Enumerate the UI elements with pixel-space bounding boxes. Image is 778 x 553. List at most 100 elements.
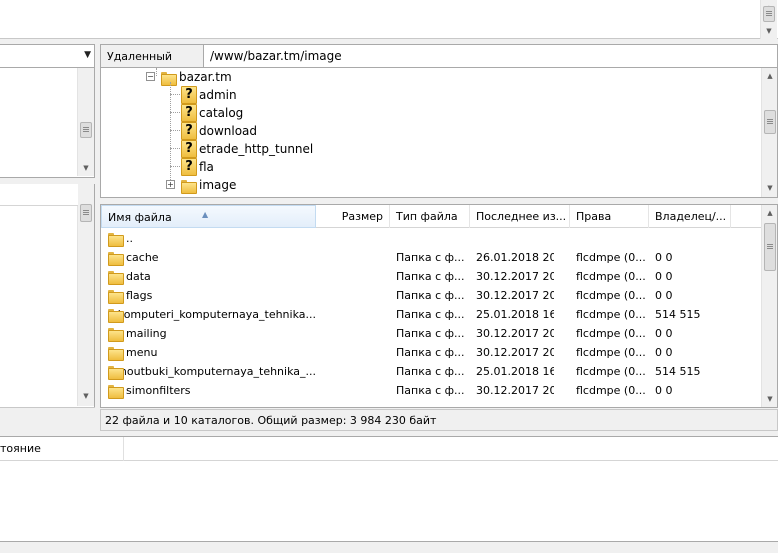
cell-type: Папка с ф...: [396, 289, 465, 302]
file-name-cell: menu: [101, 343, 316, 362]
cell-type: Папка с ф...: [396, 251, 465, 264]
cell-perms: flcdmpe (0...: [576, 251, 646, 264]
cell-perms: flcdmpe (0...: [576, 270, 646, 283]
file-name-cell: cache: [101, 248, 316, 267]
cell-perms: flcdmpe (0...: [576, 289, 646, 302]
table-row[interactable]: data Папка с ф... 30.12.2017 20:1... flcdmp…: [101, 267, 761, 286]
file-name: data: [126, 270, 151, 283]
cell-modified: 30.12.2017 20:1...: [476, 289, 554, 302]
file-name: ..: [126, 232, 133, 245]
table-row[interactable]: simonfilters Папка с ф... 30.12.2017 20:1.…: [101, 381, 761, 400]
local-status-bar: [0, 407, 95, 430]
cell-type: Папка с ф...: [396, 365, 465, 378]
scroll-down-arrow-icon[interactable]: ▼: [78, 160, 94, 176]
unknown-folder-icon: [181, 86, 197, 104]
cell-perms: [576, 229, 654, 248]
file-name: flags: [126, 289, 153, 302]
tree-node-image[interactable]: image: [181, 176, 236, 194]
column-header-modified[interactable]: Последнее из...: [470, 205, 570, 228]
file-name: noutbuki_komputernaya_tehnika_...: [119, 365, 316, 378]
queue-column-status[interactable]: тояние: [0, 437, 124, 461]
folder-icon: [161, 71, 177, 86]
column-header-filename[interactable]: ▲ Имя файла: [101, 205, 316, 228]
remote-status-bar: 22 файла и 10 каталогов. Общий размер: 3…: [100, 409, 778, 431]
cell-type: Папка с ф...: [396, 270, 465, 283]
scroll-down-arrow-icon[interactable]: ▼: [761, 23, 777, 39]
table-row[interactable]: cache Папка с ф... 26.01.2018 20:4... flcdm…: [101, 248, 761, 267]
scroll-thumb[interactable]: [80, 122, 92, 138]
scroll-down-arrow-icon[interactable]: ▼: [78, 388, 94, 404]
scroll-thumb[interactable]: [764, 110, 776, 134]
local-list-scrollbar[interactable]: ▼: [77, 184, 94, 406]
column-header-owner[interactable]: Владелец/...: [649, 205, 731, 228]
folder-icon: [108, 327, 124, 342]
cell-owner: 0 0: [655, 251, 673, 264]
table-row[interactable]: komputeri_komputernaya_tehnika... Папка с…: [101, 305, 761, 324]
table-row[interactable]: ..: [101, 229, 761, 248]
scroll-thumb[interactable]: [763, 6, 775, 22]
cell-perms: flcdmpe (0...: [576, 327, 646, 340]
cell-modified: 25.01.2018 16:5...: [476, 365, 554, 378]
bottom-tab-bar: [0, 542, 778, 553]
log-scrollbar[interactable]: ▲ ▼: [760, 0, 777, 39]
expand-icon[interactable]: +: [166, 180, 175, 189]
cell-modified: 25.01.2018 16:5...: [476, 308, 554, 321]
cell-owner: 0 0: [655, 270, 673, 283]
file-name: menu: [126, 346, 158, 359]
remote-site-label: Удаленный сайт:: [100, 44, 204, 87]
collapse-icon[interactable]: −: [146, 72, 155, 81]
cell-perms: flcdmpe (0...: [576, 308, 646, 321]
scroll-thumb[interactable]: [80, 204, 92, 222]
scroll-up-arrow-icon[interactable]: ▲: [762, 205, 777, 221]
cell-modified: 30.12.2017 20:1...: [476, 346, 554, 359]
cell-type: Папка с ф...: [396, 308, 465, 321]
chevron-down-icon[interactable]: ▼: [84, 50, 91, 60]
file-name-cell: data: [101, 267, 316, 286]
scroll-up-arrow-icon[interactable]: ▲: [762, 68, 777, 84]
cell-perms: flcdmpe (0...: [576, 346, 646, 359]
file-name-cell: flags: [101, 286, 316, 305]
column-header-permissions[interactable]: Права: [570, 205, 649, 228]
tree-node-admin[interactable]: admin: [181, 86, 237, 104]
cell-type: Папка с ф...: [396, 384, 465, 397]
scroll-down-arrow-icon[interactable]: ▼: [762, 180, 777, 196]
file-name-cell: mailing: [101, 324, 316, 343]
unknown-folder-icon: [181, 158, 197, 176]
tree-node-catalog[interactable]: catalog: [181, 104, 243, 122]
file-name-cell: simonfilters: [101, 381, 316, 400]
cell-modified: [476, 229, 554, 248]
remote-tree-scrollbar[interactable]: ▲ ▼: [761, 68, 777, 197]
table-row[interactable]: flags Папка с ф... 30.12.2017 20:1... flcdm…: [101, 286, 761, 305]
remote-path-input[interactable]: /www/bazar.tm/image: [203, 44, 778, 68]
table-row[interactable]: mailing Папка с ф... 30.12.2017 20:1... flc…: [101, 324, 761, 343]
sort-ascending-icon: ▲: [202, 210, 209, 219]
scroll-thumb[interactable]: [764, 223, 776, 271]
local-tree-scrollbar[interactable]: ▼: [77, 68, 94, 176]
cell-owner: 0 0: [655, 327, 673, 340]
tree-node-download[interactable]: download: [181, 122, 257, 140]
message-log-panel: ▲ ▼: [0, 0, 778, 39]
cell-modified: 30.12.2017 20:1...: [476, 270, 554, 283]
local-path-dropdown[interactable]: ▼: [0, 44, 95, 68]
file-name-cell: komputeri_komputernaya_tehnika...: [101, 305, 316, 324]
file-name: simonfilters: [126, 384, 191, 397]
table-row[interactable]: noutbuki_komputernaya_tehnika_... Папка с…: [101, 362, 761, 381]
tree-node-fla[interactable]: fla: [181, 158, 214, 176]
folder-icon: [181, 179, 197, 194]
remote-list-scrollbar[interactable]: ▲ ▼: [761, 205, 777, 407]
cell-owner: 0 0: [655, 289, 673, 302]
tree-node-root[interactable]: bazar.tm: [161, 68, 232, 86]
folder-icon: [108, 289, 124, 304]
cell-modified: 30.12.2017 20:1...: [476, 327, 554, 340]
column-header-type[interactable]: Тип файла: [390, 205, 470, 228]
scroll-down-arrow-icon[interactable]: ▼: [762, 391, 777, 407]
local-tree-panel: ▼: [0, 68, 95, 178]
cell-perms: flcdmpe (0...: [576, 365, 646, 378]
unknown-folder-icon: [181, 140, 197, 158]
cell-owner: [655, 229, 733, 248]
cell-modified: 30.12.2017 20:1...: [476, 384, 554, 397]
cell-owner: 514 515: [655, 365, 701, 378]
tree-node-etrade-http-tunnel[interactable]: etrade_http_tunnel: [181, 140, 313, 158]
column-header-size[interactable]: Размер: [316, 205, 390, 228]
table-row[interactable]: menu Папка с ф... 30.12.2017 20:1... flcdmp…: [101, 343, 761, 362]
